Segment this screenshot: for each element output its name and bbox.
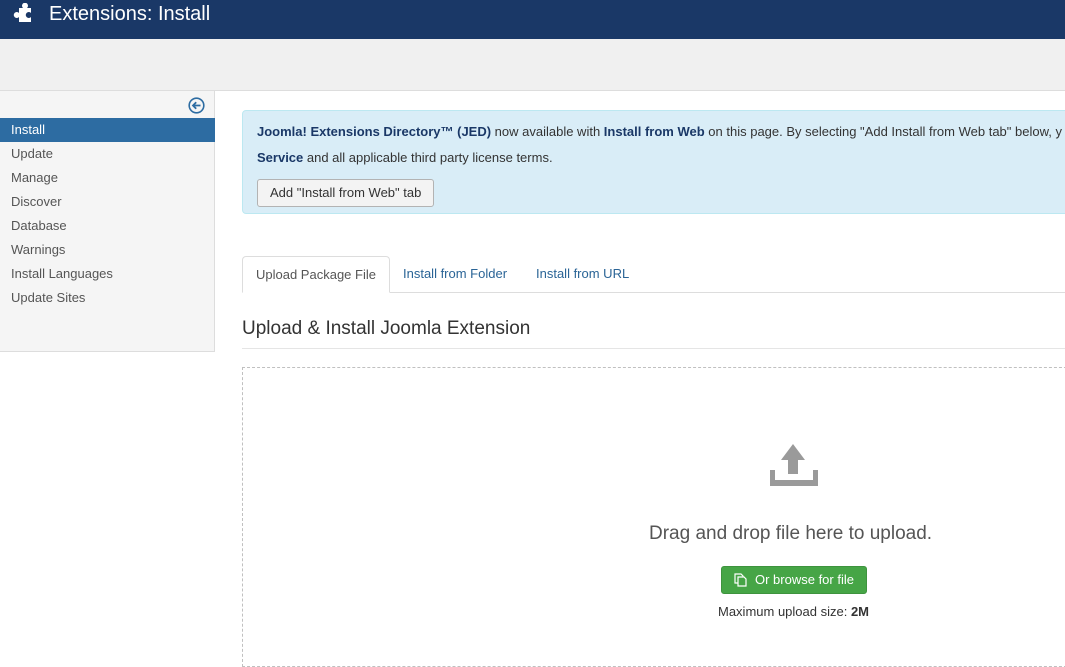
section-divider [242,348,1065,349]
sidebar-item-update[interactable]: Update [0,142,215,166]
max-size-value: 2M [850,604,870,619]
max-size-label: Maximum upload size: [718,604,851,619]
jed-info-alert: Joomla! Extensions Directory™ (JED) now … [242,110,1065,214]
app-header: Extensions: Install [0,0,1065,39]
sidebar-item-database[interactable]: Database [0,214,215,238]
tab-install-from-url[interactable]: Install from URL [523,256,642,292]
tab-install-from-folder[interactable]: Install from Folder [390,256,520,292]
jed-link[interactable]: Joomla! Extensions Directory™ (JED) [257,124,491,139]
puzzle-piece-icon [13,3,31,22]
alert-text-a: now available with [491,124,604,139]
upload-dropzone[interactable] [242,367,1065,667]
upload-section-title: Upload & Install Joomla Extension [242,318,531,339]
sidebar-item-manage[interactable]: Manage [0,166,215,190]
page-title: Extensions: Install [49,3,211,25]
sidebar-item-install[interactable]: Install [0,118,215,142]
max-upload-size: Maximum upload size: 2M [718,604,869,619]
sidebar-item-update-sites[interactable]: Update Sites [0,286,215,310]
tab-upload-package-file[interactable]: Upload Package File [242,256,390,293]
alert-line-2: Service and all applicable third party l… [257,150,553,165]
alert-text-b: on this page. By selecting "Add Install … [704,124,1062,139]
sidebar-item-install-languages[interactable]: Install Languages [0,262,215,286]
copy-file-icon [734,573,747,587]
sidebar-menu: Install Update Manage Discover Database … [0,118,215,310]
sidebar-item-discover[interactable]: Discover [0,190,215,214]
alert-text-c: and all applicable third party license t… [303,150,553,165]
drag-drop-text: Drag and drop file here to upload. [649,523,933,544]
install-from-web-text: Install from Web [603,124,705,139]
upload-icon [770,444,818,486]
sidebar: Install Update Manage Discover Database … [0,91,215,352]
sidebar-item-warnings[interactable]: Warnings [0,238,215,262]
browse-for-file-button[interactable]: Or browse for file [721,566,867,594]
install-tabs: Upload Package File Install from Folder … [242,256,1065,293]
add-install-from-web-button[interactable]: Add "Install from Web" tab [257,179,435,207]
alert-line-1: Joomla! Extensions Directory™ (JED) now … [257,124,1062,139]
terms-of-service-link[interactable]: Service [257,150,303,165]
collapse-left-icon[interactable] [188,97,205,114]
browse-button-label: Or browse for file [755,572,854,587]
toolbar [0,39,1065,91]
